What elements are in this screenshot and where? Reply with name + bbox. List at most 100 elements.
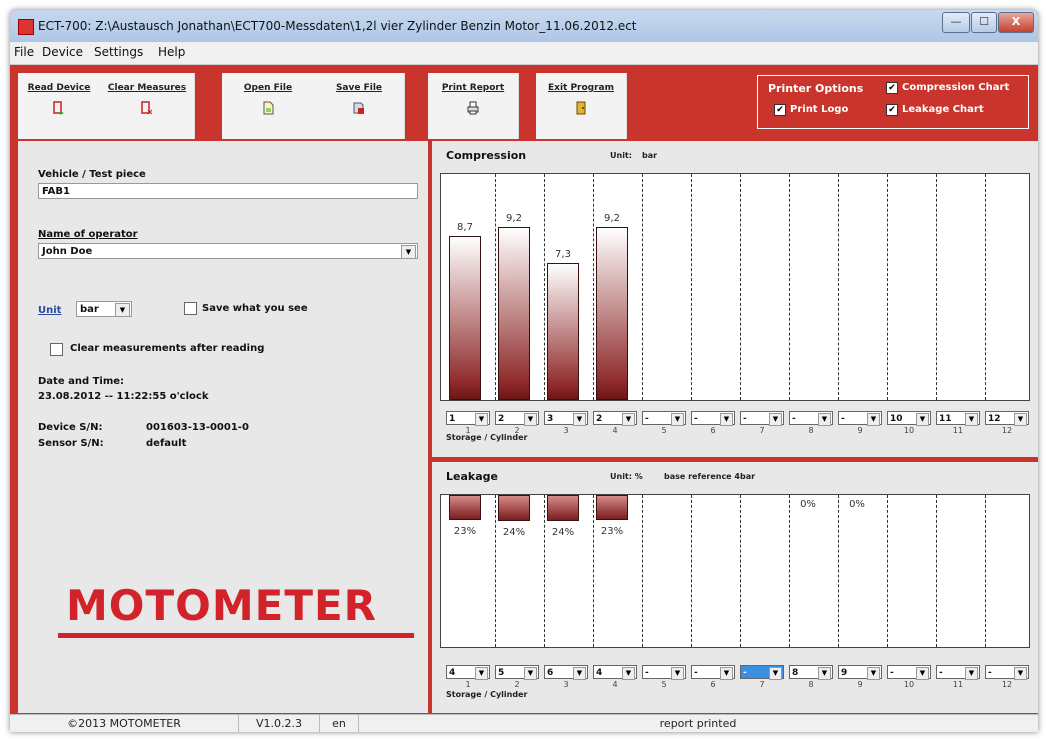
storage-select[interactable]: 9 ▼ bbox=[838, 665, 882, 680]
chevron-down-icon[interactable]: ▼ bbox=[475, 413, 488, 426]
storage-select[interactable]: 2 ▼ bbox=[495, 411, 539, 426]
menu-device[interactable]: Device bbox=[42, 45, 83, 59]
grid-line bbox=[691, 174, 692, 400]
exit-program-button[interactable]: Exit Program bbox=[536, 73, 627, 139]
storage-select[interactable]: 4 ▼ bbox=[446, 665, 490, 680]
storage-select[interactable]: 1 ▼ bbox=[446, 411, 490, 426]
save-file-label: Save File bbox=[335, 83, 383, 93]
menu-file[interactable]: File bbox=[14, 45, 34, 59]
compression-panel: Compression Unit: bar 8,7 9,2 7,3 9,2 Stora… bbox=[432, 141, 1038, 457]
chevron-down-icon[interactable]: ▼ bbox=[916, 667, 929, 680]
cylinder-number: 5 bbox=[661, 680, 667, 689]
grid-line bbox=[936, 495, 937, 647]
chevron-down-icon[interactable]: ▼ bbox=[573, 413, 586, 426]
chevron-down-icon[interactable]: ▼ bbox=[720, 667, 733, 680]
chevron-down-icon[interactable]: ▼ bbox=[573, 667, 586, 680]
storage-select[interactable]: - ▼ bbox=[642, 411, 686, 426]
chevron-down-icon[interactable]: ▼ bbox=[965, 667, 978, 680]
close-button[interactable]: X bbox=[998, 12, 1034, 33]
save-what-you-see-checkbox[interactable] bbox=[184, 302, 197, 315]
storage-select[interactable]: 8 ▼ bbox=[789, 665, 833, 680]
chevron-down-icon[interactable]: ▼ bbox=[818, 667, 831, 680]
unit-value: bar bbox=[80, 304, 99, 315]
storage-select[interactable]: - ▼ bbox=[642, 665, 686, 680]
chevron-down-icon[interactable]: ▼ bbox=[671, 667, 684, 680]
unit-select[interactable]: bar ▼ bbox=[76, 301, 132, 317]
storage-select[interactable]: 4 ▼ bbox=[593, 665, 637, 680]
storage-select[interactable]: 11 ▼ bbox=[936, 411, 980, 426]
print-report-button[interactable]: Print Report bbox=[428, 73, 519, 139]
status-copyright: ©2013 MOTOMETER bbox=[10, 715, 239, 732]
grid-line bbox=[593, 495, 594, 647]
storage-select[interactable]: 2 ▼ bbox=[593, 411, 637, 426]
minimize-button[interactable]: — bbox=[942, 12, 970, 33]
storage-select[interactable]: - ▼ bbox=[789, 411, 833, 426]
storage-select[interactable]: - ▼ bbox=[740, 411, 784, 426]
storage-select[interactable]: - ▼ bbox=[887, 665, 931, 680]
storage-select-value: - bbox=[645, 414, 649, 424]
grid-line bbox=[495, 495, 496, 647]
chevron-down-icon[interactable]: ▼ bbox=[965, 413, 978, 426]
menu-settings[interactable]: Settings bbox=[94, 45, 143, 59]
print-logo-checkbox[interactable]: ✔ bbox=[774, 104, 786, 116]
chevron-down-icon[interactable]: ▼ bbox=[867, 667, 880, 680]
read-device-button[interactable]: Read Device bbox=[18, 73, 101, 139]
cylinder-number: 4 bbox=[612, 426, 618, 435]
chevron-down-icon[interactable]: ▼ bbox=[769, 667, 782, 680]
grid-line bbox=[887, 495, 888, 647]
leakage-chart-checkbox[interactable]: ✔ bbox=[886, 104, 898, 116]
vehicle-input[interactable]: FAB1 bbox=[38, 183, 418, 199]
chevron-down-icon[interactable]: ▼ bbox=[671, 413, 684, 426]
leakage-value-label: 0% bbox=[849, 499, 865, 510]
cylinder-number: 1 bbox=[465, 426, 471, 435]
open-file-button[interactable]: Open File bbox=[222, 73, 315, 139]
cylinder-number: 2 bbox=[514, 426, 520, 435]
chevron-down-icon[interactable]: ▼ bbox=[115, 303, 130, 317]
chevron-down-icon[interactable]: ▼ bbox=[769, 413, 782, 426]
compression-chart-checkbox[interactable]: ✔ bbox=[886, 82, 898, 94]
storage-select-value: - bbox=[792, 414, 796, 424]
storage-select-value: - bbox=[645, 668, 649, 678]
storage-select[interactable]: 3 ▼ bbox=[544, 411, 588, 426]
menu-help[interactable]: Help bbox=[158, 45, 185, 59]
chevron-down-icon[interactable]: ▼ bbox=[916, 413, 929, 426]
storage-select[interactable]: 12 ▼ bbox=[985, 411, 1029, 426]
chevron-down-icon[interactable]: ▼ bbox=[475, 667, 488, 680]
storage-select[interactable]: - ▼ bbox=[838, 411, 882, 426]
chevron-down-icon[interactable]: ▼ bbox=[818, 413, 831, 426]
chevron-down-icon[interactable]: ▼ bbox=[867, 413, 880, 426]
storage-select[interactable]: - ▼ bbox=[691, 411, 735, 426]
save-file-button[interactable]: Save File bbox=[314, 73, 405, 139]
chevron-down-icon[interactable]: ▼ bbox=[1014, 667, 1027, 680]
chevron-down-icon[interactable]: ▼ bbox=[524, 413, 537, 426]
cylinder-number: 9 bbox=[857, 426, 863, 435]
storage-select[interactable]: - ▼ bbox=[985, 665, 1029, 680]
chevron-down-icon[interactable]: ▼ bbox=[622, 667, 635, 680]
storage-select[interactable]: - ▼ bbox=[691, 665, 735, 680]
maximize-button[interactable]: ☐ bbox=[971, 12, 997, 33]
clear-after-reading-checkbox[interactable] bbox=[50, 343, 63, 356]
logo-underline bbox=[58, 633, 414, 638]
chevron-down-icon[interactable]: ▼ bbox=[401, 245, 416, 259]
clear-measures-button[interactable]: Clear Measures bbox=[100, 73, 195, 139]
leakage-bar bbox=[547, 495, 579, 521]
cylinder-number: 1 bbox=[465, 680, 471, 689]
compression-bar bbox=[498, 227, 530, 400]
storage-select[interactable]: - ▼ bbox=[740, 665, 784, 680]
operator-select[interactable]: John Doe ▼ bbox=[38, 243, 418, 259]
chevron-down-icon[interactable]: ▼ bbox=[720, 413, 733, 426]
printer-icon bbox=[467, 101, 479, 115]
leakage-chart: 23% 24% 24% 23% 0% 0% bbox=[440, 494, 1030, 648]
sensor-sn-label: Sensor S/N: bbox=[38, 438, 104, 449]
storage-select[interactable]: 10 ▼ bbox=[887, 411, 931, 426]
cylinder-number: 8 bbox=[808, 680, 814, 689]
leakage-value-label: 23% bbox=[600, 526, 624, 537]
chevron-down-icon[interactable]: ▼ bbox=[1014, 413, 1027, 426]
storage-select[interactable]: 6 ▼ bbox=[544, 665, 588, 680]
storage-select[interactable]: 5 ▼ bbox=[495, 665, 539, 680]
storage-select[interactable]: - ▼ bbox=[936, 665, 980, 680]
chevron-down-icon[interactable]: ▼ bbox=[524, 667, 537, 680]
grid-line bbox=[642, 495, 643, 647]
grid-line bbox=[838, 174, 839, 400]
chevron-down-icon[interactable]: ▼ bbox=[622, 413, 635, 426]
